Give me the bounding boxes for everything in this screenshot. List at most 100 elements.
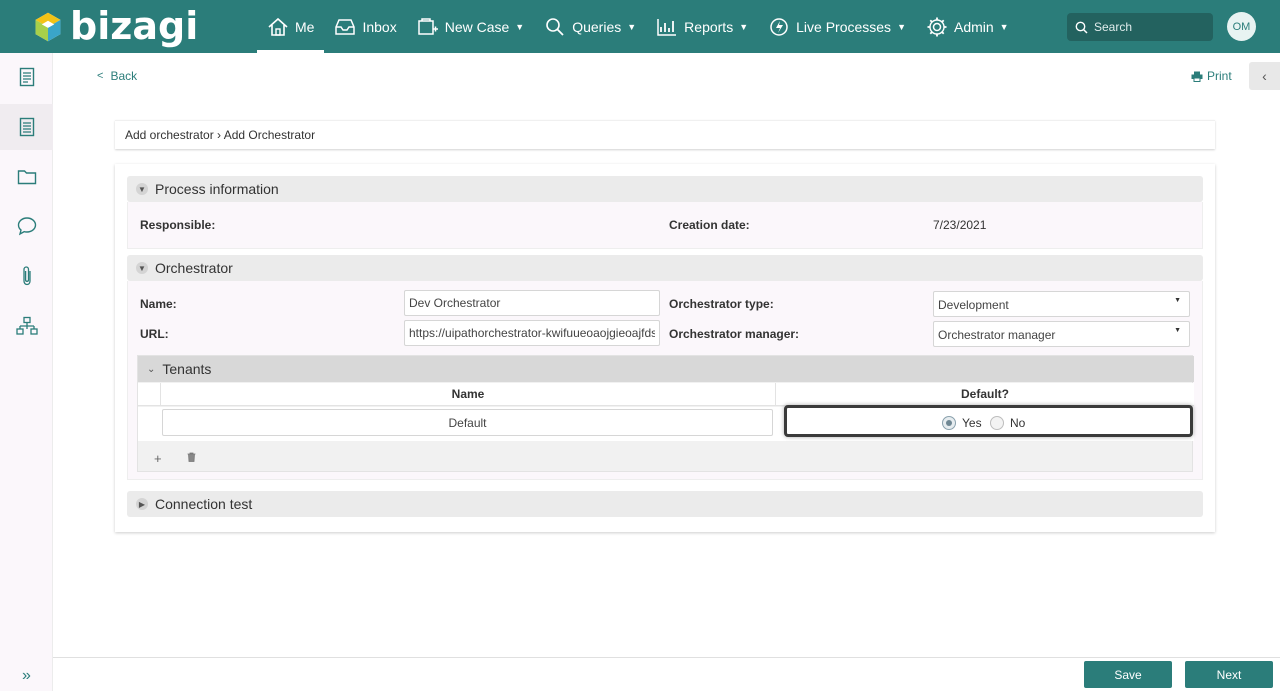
footer-bar: Save Next [53, 657, 1280, 691]
creation-date-label: Creation date: [669, 218, 750, 232]
chat-icon[interactable] [0, 203, 53, 249]
name-label: Name: [140, 297, 177, 311]
process-information-body [127, 202, 1203, 249]
column-header-name-label: Name [451, 387, 485, 401]
chevron-left-icon: ‹ [1262, 68, 1267, 84]
search-icon [1075, 21, 1088, 34]
nav-new-case-label: New Case [444, 18, 510, 35]
radio-yes[interactable]: Yes [942, 416, 982, 430]
live-process-icon [770, 17, 788, 36]
printer-icon [1191, 71, 1203, 82]
new-case-icon [417, 17, 438, 35]
nav-new-case[interactable]: New Case ▼ [407, 0, 535, 53]
print-link[interactable]: Print [1191, 69, 1232, 83]
work-icon[interactable] [0, 54, 53, 100]
inbox-icon [335, 18, 356, 35]
group-orchestrator[interactable]: ▼ Orchestrator [127, 255, 1203, 281]
group-title: Connection test [155, 496, 253, 512]
chevron-left-icon: < [97, 70, 104, 82]
column-header-default[interactable]: Default? [776, 383, 1194, 406]
chevron-down-icon: ▼ [136, 183, 148, 195]
radio-no-label: No [1010, 416, 1026, 430]
nav-inbox[interactable]: Inbox [324, 0, 406, 53]
chevron-down-icon: ▼ [1174, 327, 1181, 334]
row-selector[interactable] [138, 407, 161, 441]
logo-cube-icon [35, 12, 61, 42]
nav-queries-label: Queries [572, 18, 622, 35]
nav-admin-label: Admin [953, 18, 994, 35]
reports-icon [657, 18, 677, 36]
nav-admin[interactable]: Admin ▼ [916, 0, 1019, 53]
nav-live-processes-label: Live Processes [796, 18, 892, 35]
attachment-icon[interactable] [0, 253, 53, 299]
process-map-icon[interactable] [0, 303, 53, 349]
back-label: Back [110, 69, 138, 83]
chevron-down-icon: ▼ [739, 21, 749, 32]
radio-no-circle[interactable] [990, 416, 1004, 430]
logo-wordmark: bizagi [70, 4, 199, 48]
nav-inbox-label: Inbox [362, 18, 397, 35]
top-bar: bizagi Me Inbox New Case ▼ Queries ▼ Rep… [0, 0, 1280, 53]
orchestrator-manager-label: Orchestrator manager: [669, 327, 800, 341]
tenants-header[interactable]: ⌄ Tenants [138, 356, 1194, 382]
row-selector-header [138, 383, 161, 406]
bizagi-logo[interactable]: bizagi [32, 4, 198, 48]
home-icon [268, 17, 288, 36]
radio-yes-label: Yes [962, 416, 982, 430]
tenants-title: Tenants [162, 361, 212, 377]
group-title: Process information [155, 181, 279, 197]
breadcrumb-text: Add orchestrator › Add Orchestrator [125, 128, 316, 142]
radio-yes-circle[interactable] [942, 416, 956, 430]
group-title: Orchestrator [155, 260, 233, 276]
gear-icon [927, 17, 947, 36]
chevron-down-icon: ▼ [897, 21, 906, 32]
nav-live-processes[interactable]: Live Processes ▼ [758, 0, 916, 53]
orchestrator-type-value: Development [938, 298, 1009, 312]
nav-queries[interactable]: Queries ▼ [534, 0, 646, 53]
main-nav: Me Inbox New Case ▼ Queries ▼ Reports ▼ … [257, 0, 1019, 53]
save-button[interactable]: Save [1084, 661, 1172, 688]
orchestrator-type-select[interactable]: Development ▼ [933, 291, 1190, 317]
group-connection-test[interactable]: ▶ Connection test [127, 491, 1203, 517]
responsible-label: Responsible: [140, 218, 216, 232]
nav-me[interactable]: Me [257, 0, 325, 53]
search-icon [546, 17, 564, 36]
next-button[interactable]: Next [1185, 661, 1273, 688]
chevron-down-icon: ▼ [627, 21, 637, 32]
url-label: URL: [140, 327, 169, 341]
chevron-right-icon: ▶ [136, 498, 148, 510]
search-box[interactable] [1067, 13, 1213, 41]
url-field[interactable] [404, 320, 660, 346]
collapse-panel-button[interactable]: ‹ [1249, 62, 1280, 90]
tenant-default-radio-group: Yes No [784, 405, 1193, 437]
chevron-down-icon: ▼ [999, 21, 1009, 32]
orchestrator-type-label: Orchestrator type: [669, 297, 774, 311]
back-link[interactable]: < Back [97, 69, 137, 83]
add-row-button[interactable]: + [154, 451, 162, 466]
expand-rail-icon[interactable]: » [0, 667, 53, 685]
delete-row-button[interactable] [187, 452, 196, 465]
group-process-information[interactable]: ▼ Process information [127, 176, 1203, 202]
folder-icon[interactable] [0, 154, 53, 200]
print-label: Print [1207, 69, 1232, 83]
nav-me-label: Me [295, 18, 315, 35]
breadcrumb: Add orchestrator › Add Orchestrator [115, 120, 1215, 149]
orchestrator-manager-select[interactable]: Orchestrator manager ▼ [933, 321, 1190, 347]
creation-date-value: 7/23/2021 [933, 218, 987, 232]
column-header-default-label: Default? [961, 387, 1009, 401]
cases-icon[interactable] [0, 104, 53, 150]
search-input[interactable] [1094, 20, 1204, 34]
radio-no[interactable]: No [990, 416, 1025, 430]
orchestrator-manager-value: Orchestrator manager [938, 328, 1056, 342]
chevron-down-icon: ▼ [136, 262, 148, 274]
chevron-down-icon: ⌄ [147, 363, 156, 375]
trash-icon [187, 452, 196, 462]
chevron-down-icon: ▼ [515, 21, 525, 32]
nav-reports[interactable]: Reports ▼ [646, 0, 758, 53]
left-rail: » [0, 53, 53, 691]
nav-reports-label: Reports [684, 18, 734, 35]
avatar[interactable]: OM [1227, 12, 1256, 41]
name-field[interactable] [404, 290, 660, 316]
column-header-name[interactable]: Name [161, 383, 776, 406]
tenant-name-field[interactable] [162, 409, 773, 436]
